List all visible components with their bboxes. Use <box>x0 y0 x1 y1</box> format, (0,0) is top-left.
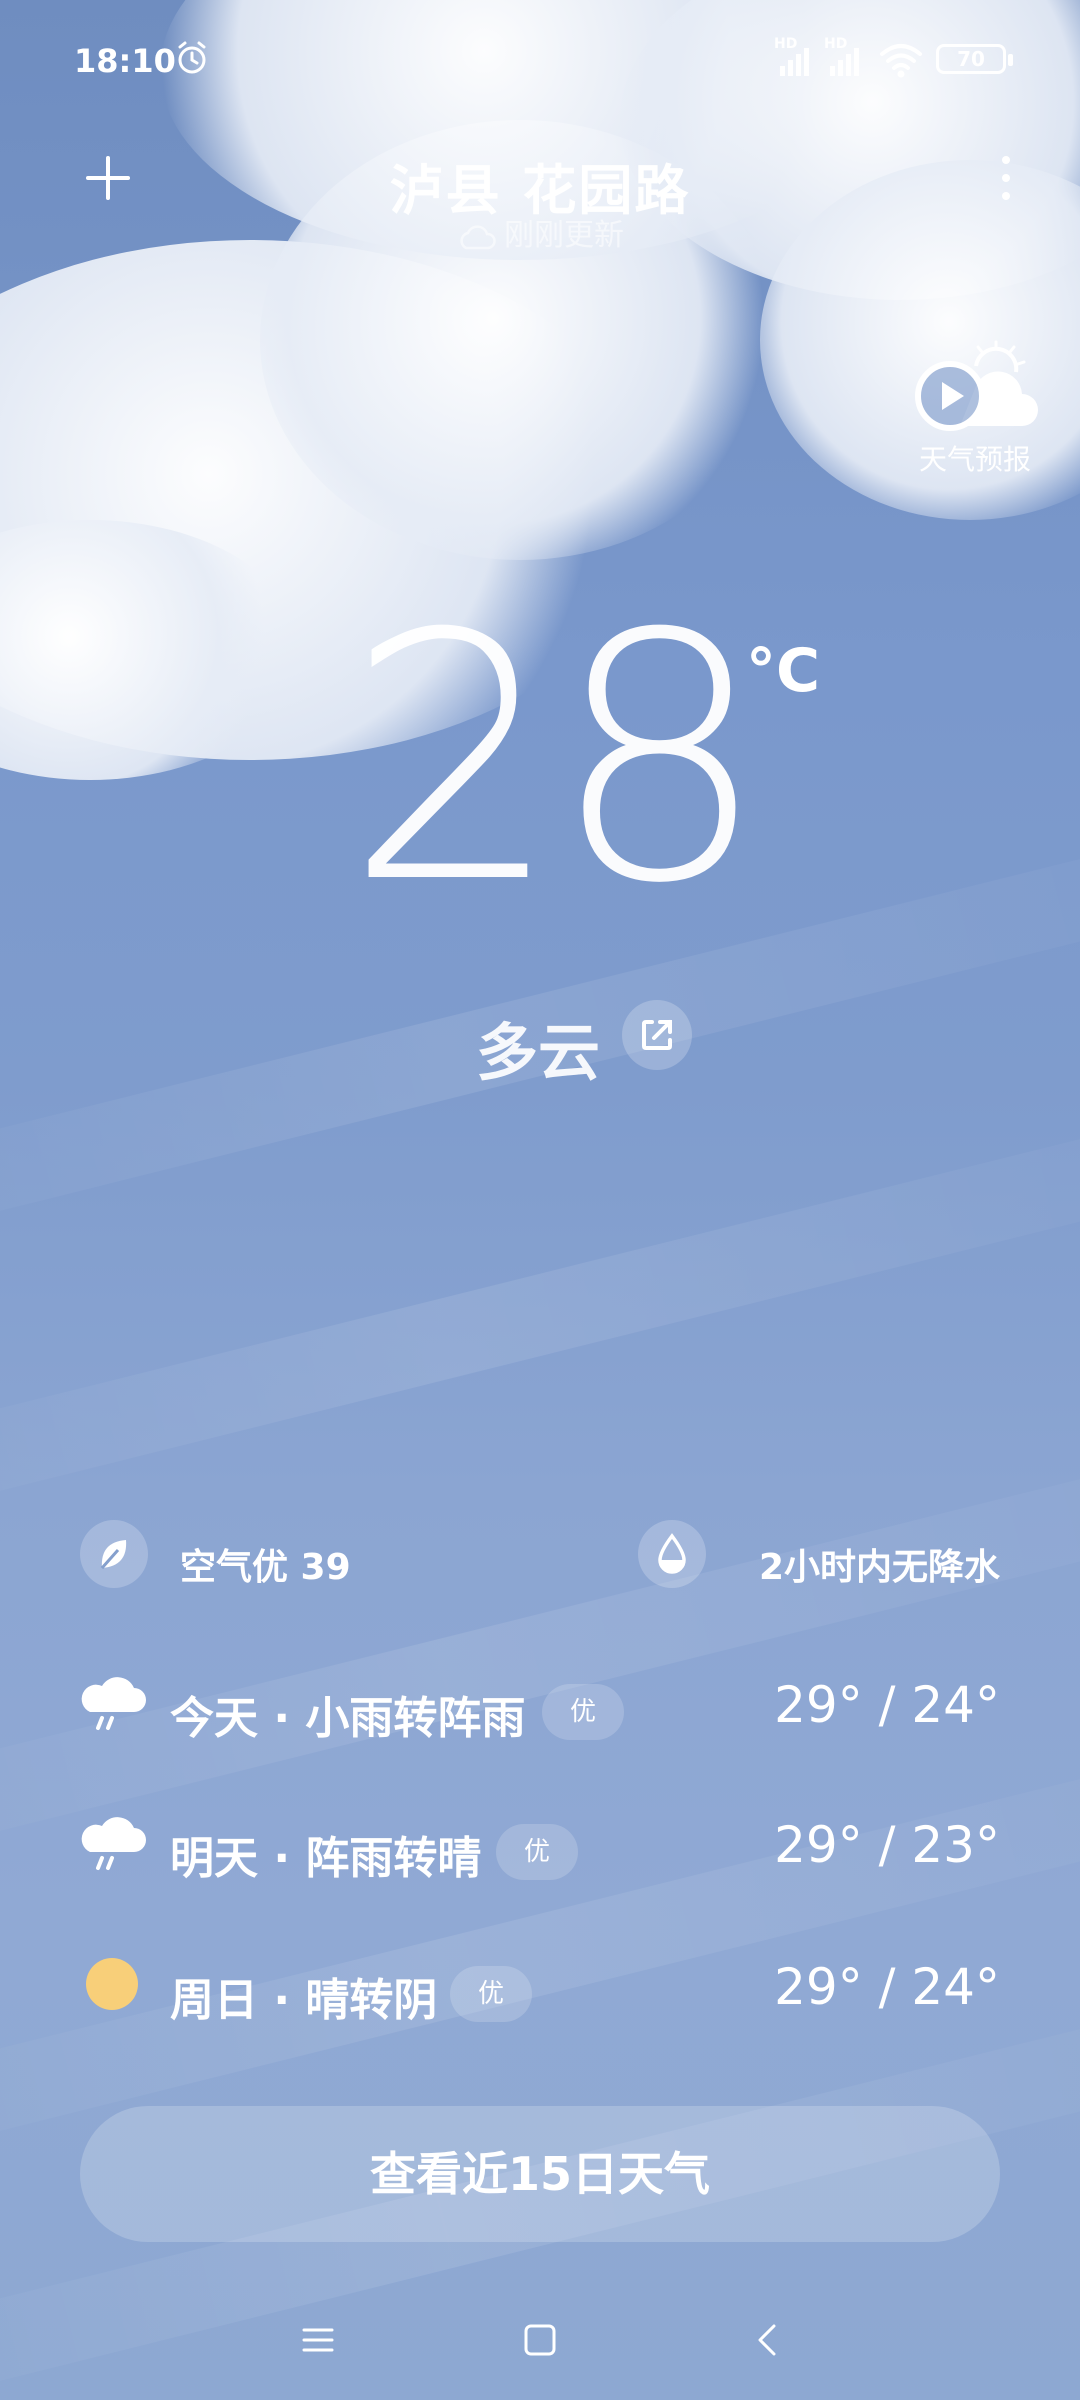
precipitation-badge[interactable] <box>638 1520 706 1588</box>
forecast-row-sunday[interactable]: 周日 · 晴转阴 优 29° / 24° <box>80 1950 1000 2030</box>
system-navigation-bar <box>0 2300 1080 2380</box>
air-quality-text[interactable]: 空气优 39 <box>180 1538 351 1590</box>
header: 泸县 花园路 刚刚更新 <box>0 140 1080 260</box>
cell-signal-2-icon: HD <box>824 36 868 80</box>
menu-icon[interactable] <box>298 2322 338 2358</box>
current-temperature: 28 °C <box>0 590 1080 930</box>
update-status: 刚刚更新 <box>0 210 1080 254</box>
temperature-range: 29° / 23° <box>774 1816 1000 1874</box>
temperature-range: 29° / 24° <box>774 1676 1000 1734</box>
edit-icon <box>642 1020 672 1050</box>
current-condition: 多云 <box>0 998 1080 1089</box>
water-drop-icon <box>658 1533 686 1574</box>
temperature-range: 29° / 24° <box>774 1958 1000 2016</box>
forecast-label: 明天 · 阵雨转晴 <box>170 1833 482 1884</box>
cell-signal-1-icon: HD <box>774 36 818 80</box>
leaf-icon <box>100 1540 127 1569</box>
feedback-edit-button[interactable] <box>622 1000 692 1070</box>
back-icon[interactable] <box>748 2322 788 2358</box>
temperature-value: 28 <box>345 562 768 958</box>
status-bar: 18:10 HD HD 70 <box>0 30 1080 90</box>
alarm-icon <box>178 41 206 74</box>
rain-cloud-icon <box>81 1817 146 1870</box>
aqi-badge: 优 <box>542 1684 625 1740</box>
aqi-badge: 优 <box>496 1824 579 1880</box>
weather-forecast-video-button[interactable]: 天气预报 <box>910 340 1040 478</box>
status-time: 18:10 <box>74 42 176 80</box>
temperature-unit: °C <box>746 636 821 706</box>
cloud-icon <box>460 224 496 249</box>
home-icon[interactable] <box>520 2322 560 2358</box>
sun-icon <box>86 1958 138 2010</box>
rain-cloud-icon <box>81 1677 146 1730</box>
more-menu-button[interactable] <box>996 152 1016 204</box>
forecast-label: 周日 · 晴转阴 <box>170 1975 438 2026</box>
video-forecast-icon <box>915 340 1038 431</box>
forecast-video-label: 天气预报 <box>918 443 1031 476</box>
forecast-row-today[interactable]: 今天 · 小雨转阵雨 优 29° / 24° <box>80 1668 1000 1748</box>
wifi-icon <box>880 44 922 78</box>
aqi-badge: 优 <box>450 1966 533 2022</box>
precipitation-text[interactable]: 2小时内无降水 <box>759 1538 1000 1590</box>
battery-indicator: 70 <box>936 44 1013 74</box>
forecast-row-tomorrow[interactable]: 明天 · 阵雨转晴 优 29° / 23° <box>80 1808 1000 1888</box>
view-15-day-forecast-button[interactable]: 查看近15日天气 <box>80 2106 1000 2242</box>
condition-text: 多云 <box>476 1016 601 1089</box>
forecast-label: 今天 · 小雨转阵雨 <box>170 1693 526 1744</box>
info-row: 空气优 39 2小时内无降水 <box>80 1520 1000 1600</box>
air-quality-badge[interactable] <box>80 1520 148 1588</box>
